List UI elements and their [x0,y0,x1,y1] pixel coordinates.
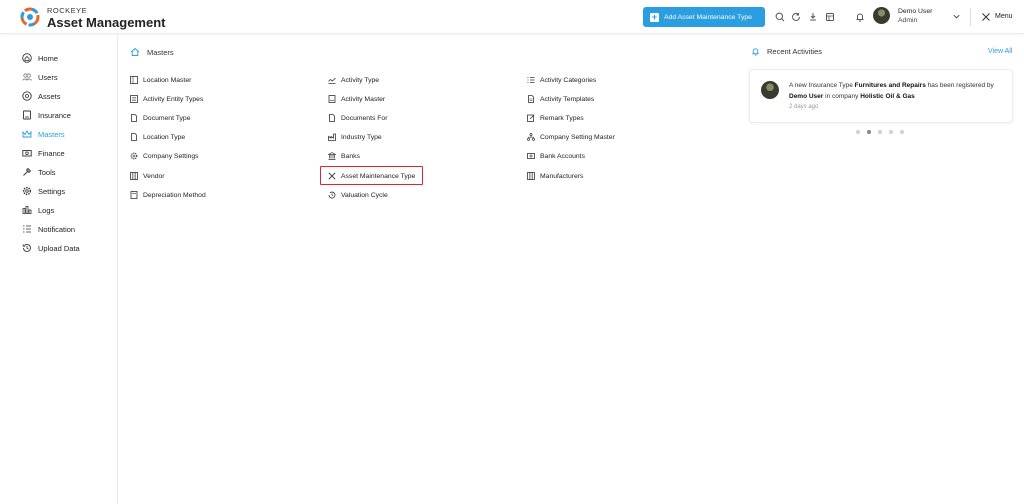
bell-icon [752,48,759,56]
master-company-setting-master[interactable]: Company Setting Master [527,131,615,143]
sidebar-item-masters[interactable]: Masters [22,128,65,140]
hierarchy-icon [527,133,535,141]
search-icon[interactable] [775,12,785,22]
bell-icon[interactable] [855,12,865,22]
carousel-dot[interactable] [900,130,904,134]
brand-small: ROCKEYE [47,6,88,15]
gear-icon [22,186,32,196]
list-icon [527,77,535,83]
recent-activities-title: Recent Activities [767,47,823,56]
template-icon [528,95,534,103]
logs-icon [22,206,32,214]
view-all-link[interactable]: View All [988,48,1012,55]
master-industry-type[interactable]: Industry Type [328,131,382,143]
calculator-icon [130,191,138,199]
master-document-type[interactable]: Document Type [130,112,190,124]
bank-icon [328,152,336,160]
user-role: Admin [898,17,918,24]
sidebar-item-settings[interactable]: Settings [22,185,65,197]
sidebar-item-users[interactable]: Users [22,71,58,83]
calendar-icon[interactable] [825,12,835,22]
tools-icon [23,167,32,176]
entity-icon [130,95,138,103]
industry-icon [328,133,336,141]
sidebar: Home Users Assets Insurance Masters Fina… [0,34,118,504]
plus-icon: + [650,11,659,22]
activity-text-line2: Demo User in company Holistic Oil & Gas [789,93,915,100]
logo-icon [20,7,40,27]
carousel-dots [856,130,904,134]
users-icon [22,73,32,81]
master-banks[interactable]: Banks [328,150,360,162]
activity-icon [328,77,336,84]
activity-timestamp: 2 days ago [789,104,819,110]
header-divider [970,8,971,26]
sidebar-item-insurance[interactable]: Insurance [22,109,71,121]
carousel-dot-active[interactable] [867,130,871,134]
history-icon [328,191,336,199]
master-valuation-cycle[interactable]: Valuation Cycle [328,189,388,201]
top-header: ROCKEYE Asset Management + Add Asset Mai… [0,0,1024,34]
app-title: Asset Management [47,15,166,30]
sidebar-item-tools[interactable]: Tools [22,166,56,178]
master-documents-for[interactable]: Documents For [328,112,387,124]
close-icon[interactable] [981,12,991,22]
recent-activities-header: Recent Activities [751,47,822,56]
masters-header: Masters [130,47,174,57]
document-icon [131,114,137,122]
download-icon[interactable] [808,12,818,22]
master-activity-master[interactable]: Activity Master [328,93,385,105]
carousel-dot[interactable] [856,130,860,134]
sidebar-item-finance[interactable]: Finance [22,147,65,159]
crown-icon [22,130,32,138]
user-avatar[interactable] [873,7,890,24]
master-activity-type[interactable]: Activity Type [328,74,379,86]
history-icon [22,244,31,252]
master-bank-accounts[interactable]: Bank Accounts [527,150,585,162]
chevron-down-icon[interactable] [952,12,961,21]
finance-icon [22,150,32,157]
document-icon [329,114,335,122]
add-asset-maintenance-type-button[interactable]: + Add Asset Maintenance Type [643,7,765,27]
assets-icon [22,91,32,101]
home-icon [130,47,140,56]
master-manufacturers[interactable]: Manufacturers [527,170,583,182]
sidebar-item-upload-data[interactable]: Upload Data [22,242,80,254]
master-remark-types[interactable]: Remark Types [527,112,584,124]
carousel-dot[interactable] [878,130,882,134]
clipboard-icon [328,95,336,103]
finance-icon [527,153,535,159]
sidebar-item-notification[interactable]: Notification [22,223,75,235]
page-title: Masters [147,47,174,57]
building-icon [130,172,138,180]
sidebar-item-assets[interactable]: Assets [22,90,61,102]
menu-button[interactable]: Menu [995,13,1013,20]
master-location-type[interactable]: Location Type [130,131,185,143]
sidebar-item-home[interactable]: Home [22,52,58,64]
master-depreciation-method[interactable]: Depreciation Method [130,189,206,201]
master-activity-templates[interactable]: Activity Templates [527,93,594,105]
map-icon [130,76,138,84]
user-name: Demo User [898,8,933,15]
add-button-label: Add Asset Maintenance Type [664,13,752,21]
gear-icon [130,152,138,160]
master-activity-entity-types[interactable]: Activity Entity Types [130,93,203,105]
selected-item-highlight [320,166,423,185]
list-icon [23,225,31,233]
edit-icon [527,114,535,122]
carousel-dot[interactable] [889,130,893,134]
master-location-master[interactable]: Location Master [130,74,191,86]
master-activity-categories[interactable]: Activity Categories [527,74,596,86]
home-icon [22,53,32,63]
building-icon [527,172,535,180]
activity-text-line1: A new Insurance Type Furnitures and Repa… [789,82,994,89]
sidebar-item-logs[interactable]: Logs [22,204,54,216]
master-company-settings[interactable]: Company Settings [130,150,199,162]
master-vendor[interactable]: Vendor [130,170,165,182]
document-icon [131,133,137,141]
refresh-icon[interactable] [791,12,801,22]
avatar [761,81,779,99]
activity-card[interactable]: A new Insurance Type Furnitures and Repa… [749,69,1013,123]
insurance-icon [23,110,31,120]
